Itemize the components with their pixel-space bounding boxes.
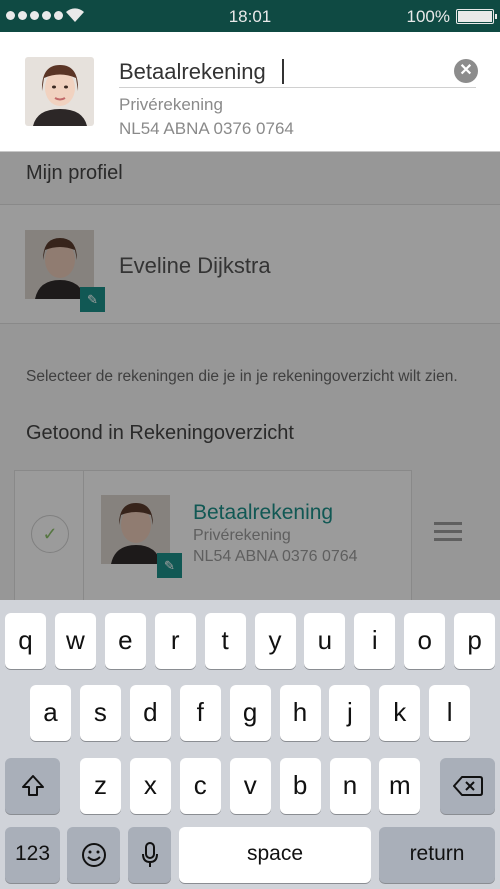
emoji-icon[interactable] bbox=[67, 827, 120, 883]
account-type: Privérekening bbox=[119, 95, 223, 114]
key-s[interactable]: s bbox=[79, 685, 121, 741]
status-bar: 18:01 100% bbox=[0, 0, 500, 32]
key-o[interactable]: o bbox=[404, 613, 446, 669]
key-r[interactable]: r bbox=[154, 613, 196, 669]
return-key[interactable]: return bbox=[379, 827, 495, 883]
on-screen-keyboard: qwertyuiop asdfghjkl zxcvbnm 123 space r… bbox=[0, 600, 500, 889]
key-p[interactable]: p bbox=[454, 613, 496, 669]
key-v[interactable]: v bbox=[229, 758, 271, 814]
battery-percentage: 100% bbox=[406, 7, 450, 26]
key-n[interactable]: n bbox=[329, 758, 371, 814]
space-key[interactable]: space bbox=[179, 827, 371, 883]
key-j[interactable]: j bbox=[329, 685, 371, 741]
key-d[interactable]: d bbox=[129, 685, 171, 741]
key-z[interactable]: z bbox=[80, 758, 121, 814]
numbers-key[interactable]: 123 bbox=[5, 827, 60, 883]
dim-overlay[interactable] bbox=[0, 152, 500, 602]
key-m[interactable]: m bbox=[379, 758, 421, 814]
key-e[interactable]: e bbox=[104, 613, 146, 669]
key-y[interactable]: y bbox=[254, 613, 296, 669]
key-k[interactable]: k bbox=[379, 685, 421, 741]
key-c[interactable]: c bbox=[179, 758, 221, 814]
key-a[interactable]: a bbox=[30, 685, 71, 741]
key-u[interactable]: u bbox=[304, 613, 346, 669]
account-name-input[interactable] bbox=[119, 56, 476, 88]
key-q[interactable]: q bbox=[5, 613, 46, 669]
key-t[interactable]: t bbox=[204, 613, 246, 669]
close-circle-icon[interactable]: ✕ bbox=[454, 59, 478, 83]
avatar bbox=[25, 57, 94, 126]
shift-icon[interactable] bbox=[5, 758, 60, 814]
key-x[interactable]: x bbox=[129, 758, 171, 814]
key-i[interactable]: i bbox=[354, 613, 396, 669]
key-h[interactable]: h bbox=[279, 685, 321, 741]
account-edit-header: ✕ Privérekening NL54 ABNA 0376 0764 bbox=[0, 32, 500, 152]
key-w[interactable]: w bbox=[54, 613, 96, 669]
account-iban: NL54 ABNA 0376 0764 bbox=[119, 119, 294, 138]
key-g[interactable]: g bbox=[229, 685, 271, 741]
backspace-icon[interactable] bbox=[440, 758, 495, 814]
key-b[interactable]: b bbox=[279, 758, 321, 814]
microphone-icon[interactable] bbox=[128, 827, 171, 883]
text-cursor bbox=[282, 59, 284, 84]
key-l[interactable]: l bbox=[429, 685, 471, 741]
battery-icon bbox=[456, 9, 497, 24]
key-f[interactable]: f bbox=[179, 685, 221, 741]
